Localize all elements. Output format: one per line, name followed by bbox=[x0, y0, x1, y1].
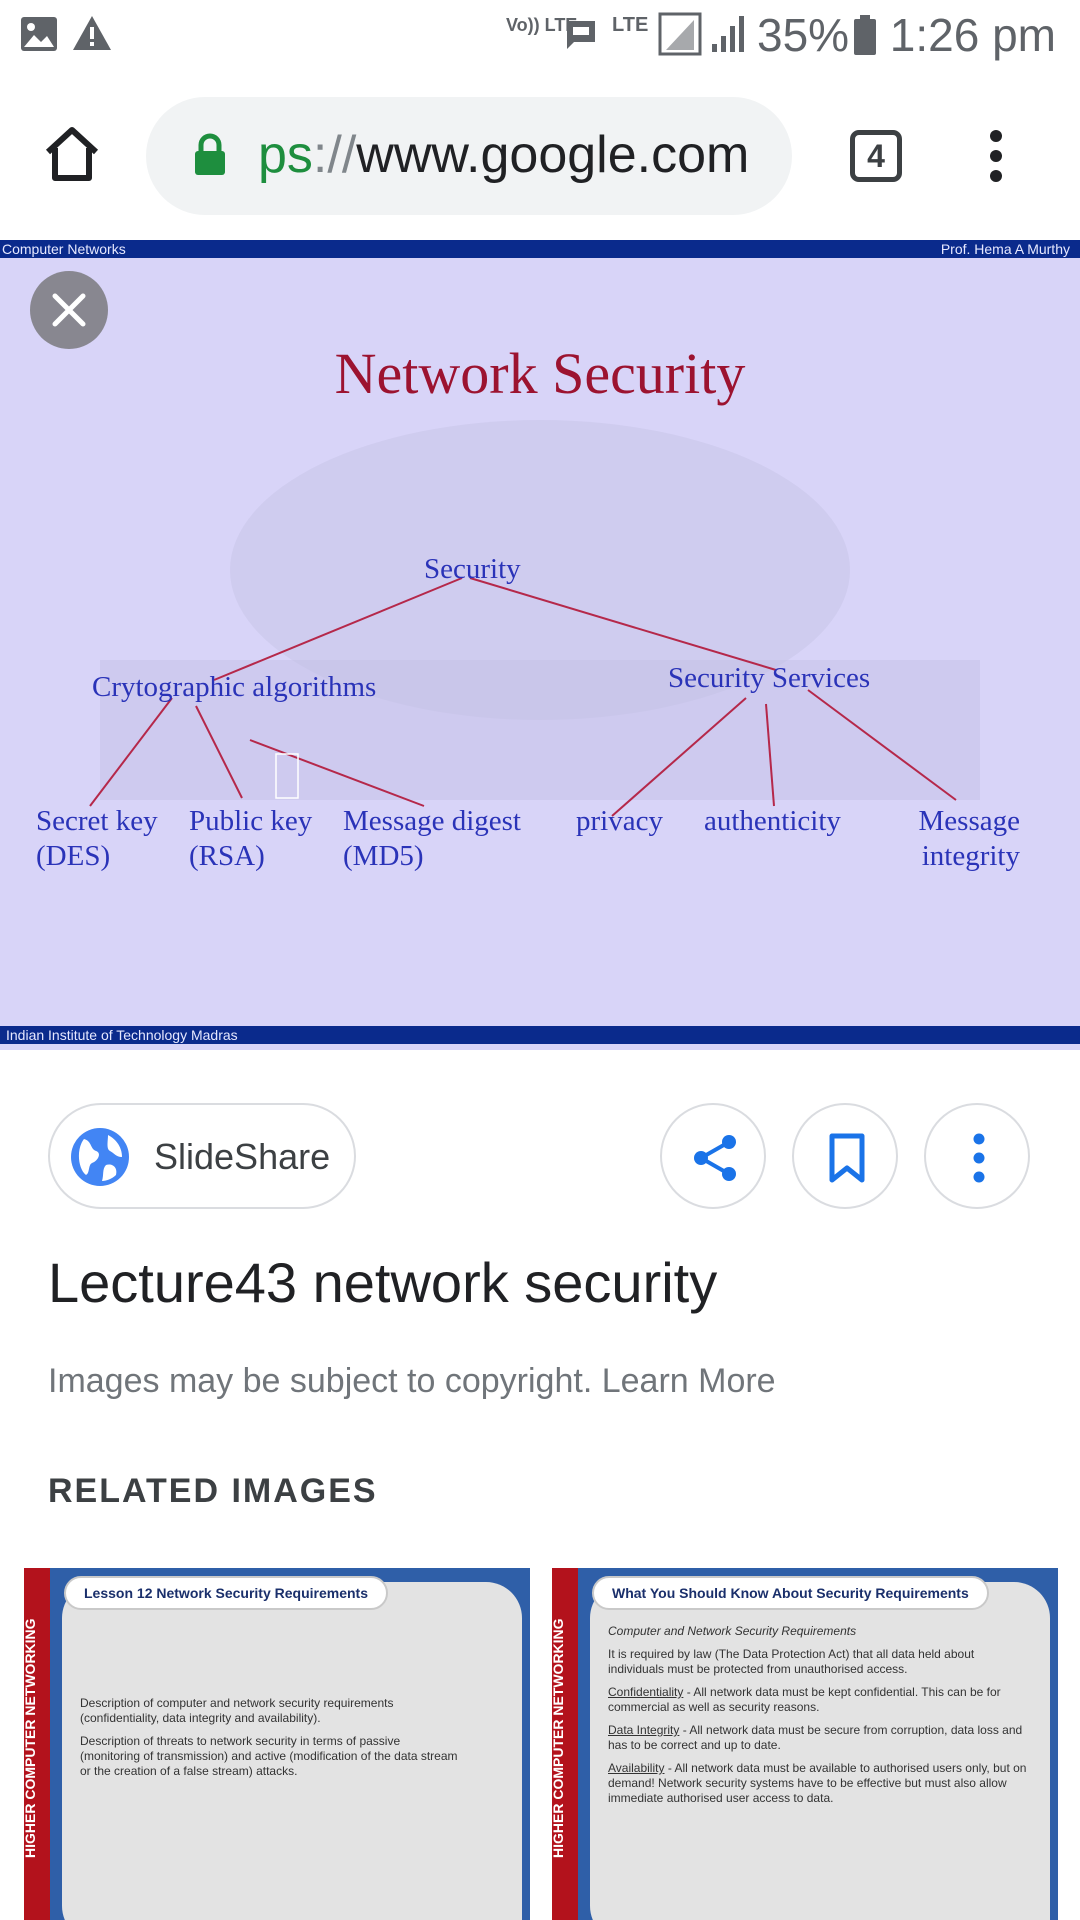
node-secret-key-line2: (DES) bbox=[36, 840, 111, 872]
lock-icon[interactable] bbox=[192, 133, 228, 177]
url-scheme: ps bbox=[258, 126, 313, 184]
close-icon bbox=[52, 293, 86, 327]
thumbnail-side-label: HIGHER COMPUTER NETWORKING bbox=[24, 1618, 38, 1858]
node-authenticity: authenticity bbox=[704, 805, 841, 837]
thumbnail-subheading: Computer and Network Security Requiremen… bbox=[608, 1624, 857, 1638]
node-message-digest: Message digest (MD5) bbox=[343, 804, 521, 874]
browser-toolbar: ps://www.google.com 4 bbox=[0, 72, 1080, 240]
thumbnail-item-term: Availability bbox=[608, 1761, 665, 1775]
thumbnail-side-band: HIGHER COMPUTER NETWORKING bbox=[552, 1568, 578, 1920]
copyright-notice[interactable]: Images may be subject to copyright. Lear… bbox=[48, 1362, 776, 1401]
source-site-name: SlideShare bbox=[154, 1136, 331, 1177]
thumbnail-item: Confidentiality - All network data must … bbox=[608, 1685, 1028, 1715]
thumbnail-heading: Lesson 12 Network Security Requirements bbox=[64, 1576, 388, 1610]
bookmark-icon bbox=[829, 1133, 865, 1183]
signal-bars-icon bbox=[712, 16, 744, 52]
result-title[interactable]: Lecture43 network security bbox=[48, 1250, 717, 1315]
slide-footer-bar: Indian Institute of Technology Madras bbox=[0, 1026, 1080, 1044]
related-images-heading: RELATED IMAGES bbox=[48, 1472, 378, 1510]
node-message-integrity-line1: Message bbox=[918, 805, 1020, 837]
close-preview-button[interactable] bbox=[30, 271, 108, 349]
thumbnail-paragraph: Description of computer and network secu… bbox=[80, 1696, 394, 1725]
thumbnail-item: Data Integrity - All network data must b… bbox=[608, 1723, 1028, 1753]
overflow-menu-icon[interactable] bbox=[986, 128, 1006, 184]
thumbnail-side-label: HIGHER COMPUTER NETWORKING bbox=[552, 1618, 566, 1858]
url-separator: :// bbox=[312, 126, 357, 184]
globe-icon bbox=[71, 1128, 129, 1186]
node-secret-key-line1: Secret key bbox=[36, 805, 158, 837]
thumbnail-item: Availability - All network data must be … bbox=[608, 1761, 1028, 1806]
thumbnail-item-term: Data Integrity bbox=[608, 1723, 680, 1737]
lte-indicator: LTE bbox=[612, 14, 649, 36]
url-host: www.google.com bbox=[356, 126, 750, 184]
node-cryptographic-algorithms: Crytographic algorithms bbox=[92, 671, 377, 703]
more-options-button[interactable] bbox=[924, 1103, 1030, 1209]
message-notification-icon bbox=[567, 21, 595, 49]
warning-icon bbox=[73, 16, 111, 50]
battery-icon bbox=[854, 15, 876, 55]
node-public-key: Public key (RSA) bbox=[189, 804, 312, 874]
node-security: Security bbox=[424, 553, 521, 585]
tab-switcher-button[interactable]: 4 bbox=[850, 130, 902, 182]
status-bar: Vo)) LTE LTE 35% 1:26 pm bbox=[0, 0, 1080, 72]
thumbnail-body: Description of computer and network secu… bbox=[80, 1696, 460, 1787]
node-security-services: Security Services bbox=[668, 662, 871, 694]
thumbnail-item-term: Confidentiality bbox=[608, 1685, 684, 1699]
node-secret-key: Secret key (DES) bbox=[36, 804, 158, 874]
address-bar[interactable]: ps://www.google.com bbox=[146, 97, 792, 215]
share-icon bbox=[694, 1135, 736, 1181]
node-message-digest-line2: (MD5) bbox=[343, 840, 424, 872]
thumbnail-side-band: HIGHER COMPUTER NETWORKING bbox=[24, 1568, 50, 1920]
related-image-2[interactable]: HIGHER COMPUTER NETWORKING What You Shou… bbox=[552, 1568, 1058, 1920]
clock: 1:26 pm bbox=[889, 9, 1056, 61]
node-message-integrity: Message integrity bbox=[912, 804, 1020, 874]
node-message-digest-line1: Message digest bbox=[343, 805, 521, 837]
image-icon bbox=[21, 17, 57, 51]
slide-title: Network Security bbox=[334, 341, 746, 406]
home-icon[interactable] bbox=[42, 124, 102, 184]
node-public-key-line2: (RSA) bbox=[189, 840, 265, 872]
source-chip[interactable]: SlideShare bbox=[48, 1103, 356, 1209]
battery-percent: 35% bbox=[757, 9, 850, 61]
thumbnail-heading: What You Should Know About Security Requ… bbox=[592, 1576, 989, 1610]
thumbnail-item-text: - All network data must be available to … bbox=[608, 1761, 1027, 1805]
more-vertical-icon bbox=[973, 1133, 985, 1183]
slide-footer-text: Indian Institute of Technology Madras bbox=[6, 1027, 238, 1043]
related-image-1[interactable]: HIGHER COMPUTER NETWORKING Lesson 12 Net… bbox=[24, 1568, 530, 1920]
image-preview[interactable]: Computer Networks Prof. Hema A Murthy Ne… bbox=[0, 240, 1080, 1050]
thumbnail-body: Computer and Network Security Requiremen… bbox=[608, 1624, 1028, 1814]
node-public-key-line1: Public key bbox=[189, 805, 313, 837]
share-button[interactable] bbox=[660, 1103, 766, 1209]
save-bookmark-button[interactable] bbox=[792, 1103, 898, 1209]
url-text[interactable]: ps://www.google.com bbox=[258, 125, 749, 185]
signal-strength-icon bbox=[658, 12, 702, 56]
node-message-integrity-line2: integrity bbox=[921, 840, 1020, 872]
node-privacy: privacy bbox=[576, 805, 663, 837]
thumbnail-paragraph: It is required by law (The Data Protecti… bbox=[608, 1647, 975, 1676]
thumbnail-paragraph: Description of threats to network securi… bbox=[80, 1734, 458, 1778]
